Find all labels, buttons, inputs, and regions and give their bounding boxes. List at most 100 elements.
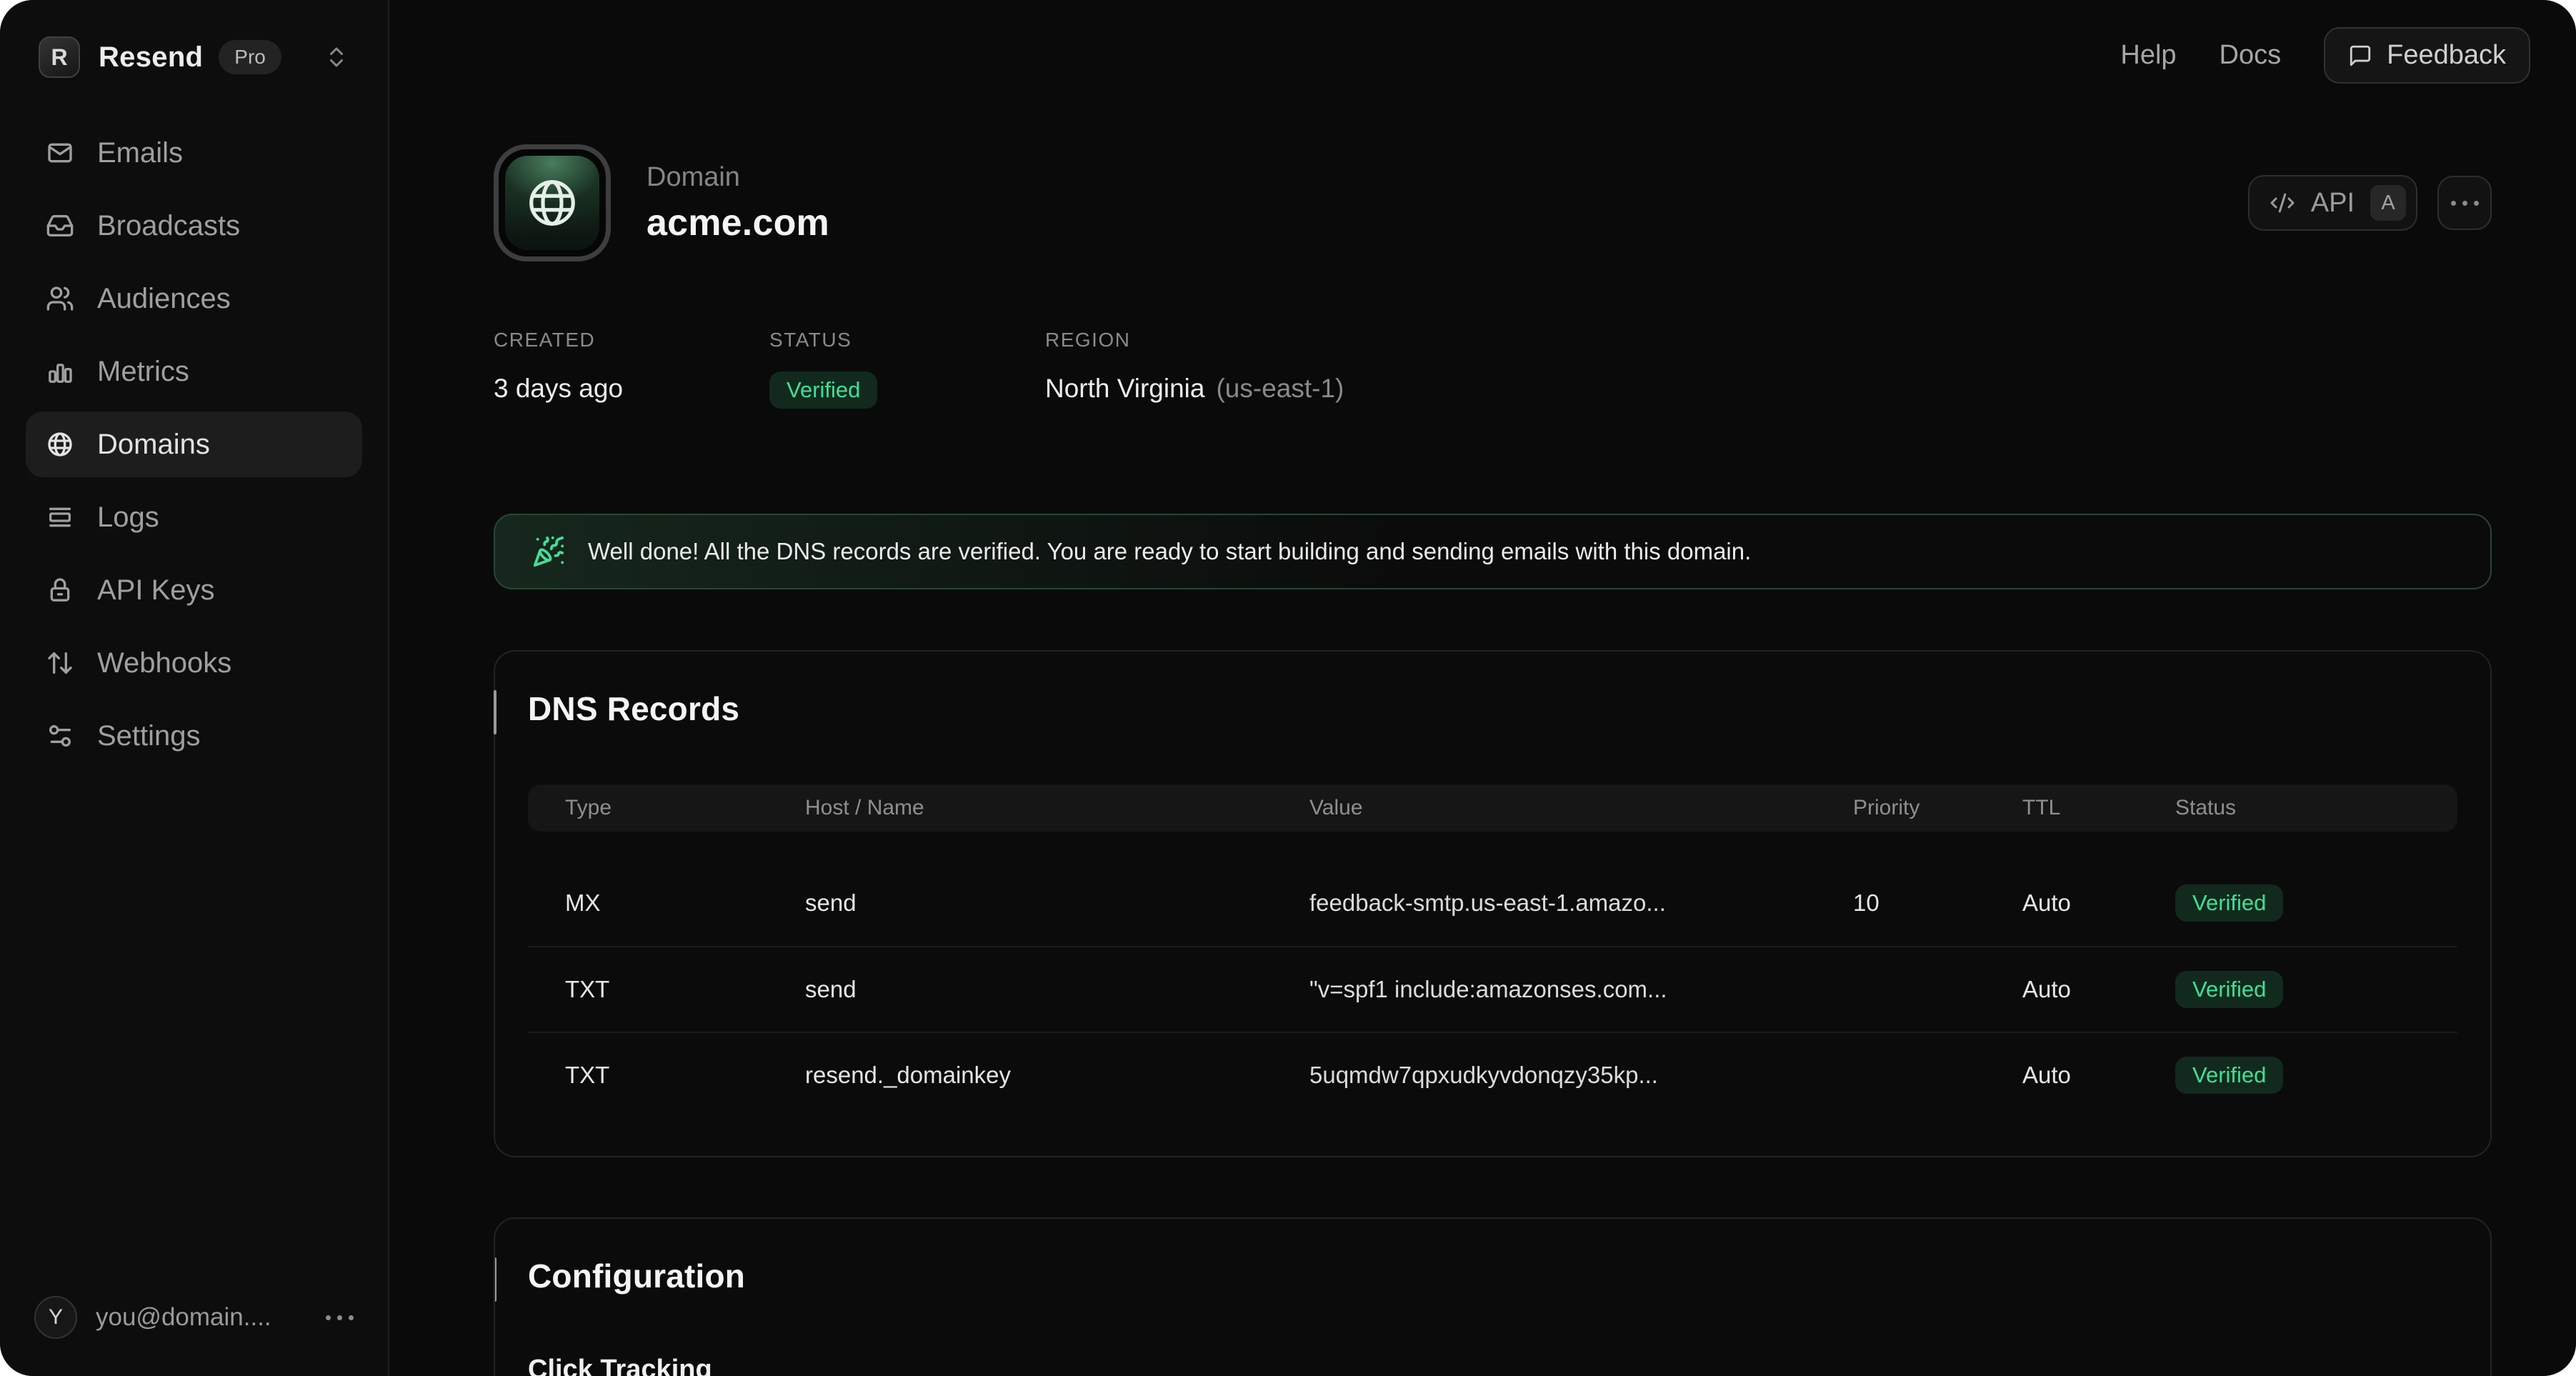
created-label: CREATED — [494, 329, 769, 352]
sliders-icon — [46, 722, 74, 750]
dns-row[interactable]: TXT send "v=spf1 include:amazonses.com..… — [528, 946, 2457, 1032]
meta-status: STATUS Verified — [769, 329, 1045, 409]
cell-value: "v=spf1 include:amazonses.com... — [1309, 976, 1853, 1003]
sidebar-item-emails[interactable]: Emails — [26, 120, 362, 186]
entity-label: Domain — [647, 162, 829, 193]
sidebar-item-label: API Keys — [97, 574, 215, 607]
api-button[interactable]: API A — [2248, 175, 2417, 231]
arrows-up-down-icon — [46, 649, 74, 677]
cell-type: TXT — [565, 976, 805, 1003]
section-marker — [494, 690, 496, 734]
sidebar-item-settings[interactable]: Settings — [26, 703, 362, 769]
feedback-label: Feedback — [2387, 40, 2506, 71]
bar-chart-icon — [46, 357, 74, 386]
sidebar: R Resend Pro Emails Broadcasts Audiences — [0, 0, 389, 1376]
domain-tile — [494, 144, 611, 261]
cell-ttl: Auto — [2022, 976, 2175, 1003]
inbox-icon — [46, 211, 74, 240]
col-host-name: Host / Name — [805, 796, 1309, 820]
success-banner: Well done! All the DNS records are verif… — [494, 514, 2492, 589]
api-button-label: API — [2311, 188, 2355, 219]
sidebar-item-label: Broadcasts — [97, 210, 240, 242]
ellipsis-icon[interactable] — [326, 1315, 354, 1320]
sidebar-item-api-keys[interactable]: API Keys — [26, 557, 362, 623]
app-window: R Resend Pro Emails Broadcasts Audiences — [0, 0, 2576, 1376]
users-icon — [46, 284, 74, 313]
region-label: REGION — [1045, 329, 1344, 352]
topbar: Help Docs Feedback — [2120, 27, 2530, 84]
sidebar-item-broadcasts[interactable]: Broadcasts — [26, 193, 362, 259]
created-value: 3 days ago — [494, 372, 769, 406]
chevrons-up-down-icon[interactable] — [324, 44, 349, 70]
resend-logo-letter: R — [51, 44, 67, 71]
configuration-title: Configuration — [528, 1256, 2457, 1296]
sidebar-item-label: Audiences — [97, 283, 231, 315]
status-badge: Verified — [2175, 1057, 2283, 1094]
meta-row: CREATED 3 days ago STATUS Verified REGIO… — [494, 329, 2492, 409]
status-badge: Verified — [2175, 971, 2283, 1008]
sidebar-item-webhooks[interactable]: Webhooks — [26, 630, 362, 696]
sidebar-nav: Emails Broadcasts Audiences Metrics Doma… — [26, 120, 362, 776]
dns-records-title: DNS Records — [528, 689, 2457, 729]
plan-badge: Pro — [219, 40, 281, 74]
user-email: you@domain.... — [96, 1303, 271, 1332]
sidebar-item-metrics[interactable]: Metrics — [26, 339, 362, 404]
party-popper-icon — [532, 535, 565, 568]
sidebar-item-label: Emails — [97, 137, 183, 169]
meta-created: CREATED 3 days ago — [494, 329, 769, 409]
code-icon — [2270, 190, 2295, 216]
dns-row[interactable]: MX send feedback-smtp.us-east-1.amazo...… — [528, 860, 2457, 946]
sidebar-item-domains[interactable]: Domains — [26, 412, 362, 477]
cell-type: MX — [565, 889, 805, 917]
cell-host: resend._domainkey — [805, 1062, 1309, 1089]
cell-priority: 10 — [1853, 889, 2022, 917]
message-square-icon — [2348, 44, 2372, 68]
status-label: STATUS — [769, 329, 1045, 352]
sidebar-item-logs[interactable]: Logs — [26, 484, 362, 550]
user-menu[interactable]: Y you@domain.... — [26, 1296, 362, 1339]
globe-icon — [46, 430, 74, 459]
dns-records-card: DNS Records Type Host / Name Value Prior… — [494, 650, 2492, 1157]
meta-region: REGION North Virginia (us-east-1) — [1045, 329, 1344, 409]
globe-icon — [524, 175, 580, 231]
sidebar-item-label: Logs — [97, 502, 159, 534]
click-tracking-label: Click Tracking — [528, 1355, 2457, 1376]
dns-row[interactable]: TXT resend._domainkey 5uqmdw7qpxudkyvdon… — [528, 1032, 2457, 1117]
sidebar-item-audiences[interactable]: Audiences — [26, 266, 362, 331]
cell-host: send — [805, 889, 1309, 917]
sidebar-item-label: Metrics — [97, 356, 189, 388]
cell-ttl: Auto — [2022, 1062, 2175, 1089]
keyboard-shortcut-badge: A — [2370, 185, 2406, 221]
sidebar-item-label: Settings — [97, 720, 201, 752]
dns-table-header: Type Host / Name Value Priority TTL Stat… — [528, 784, 2457, 832]
cell-value: 5uqmdw7qpxudkyvdonqzy35kp... — [1309, 1062, 1853, 1089]
col-priority: Priority — [1853, 796, 2022, 820]
header-actions: API A — [2248, 175, 2492, 231]
resend-logo: R — [39, 36, 80, 78]
dns-table-body: MX send feedback-smtp.us-east-1.amazo...… — [528, 860, 2457, 1117]
ellipsis-icon — [2451, 201, 2479, 206]
mail-icon — [46, 139, 74, 167]
cell-type: TXT — [565, 1062, 805, 1089]
more-button[interactable] — [2437, 176, 2492, 230]
help-link[interactable]: Help — [2120, 40, 2176, 71]
banner-text: Well done! All the DNS records are verif… — [588, 538, 1751, 565]
cell-value: feedback-smtp.us-east-1.amazo... — [1309, 889, 1853, 917]
sidebar-item-label: Webhooks — [97, 647, 231, 679]
feedback-button[interactable]: Feedback — [2324, 27, 2530, 84]
workspace-name: Resend — [99, 41, 203, 74]
page-header: Domain acme.com API A — [494, 144, 2492, 261]
docs-link[interactable]: Docs — [2220, 40, 2282, 71]
status-badge: Verified — [2175, 884, 2283, 922]
col-ttl: TTL — [2022, 796, 2175, 820]
cell-ttl: Auto — [2022, 889, 2175, 917]
region-value: North Virginia — [1045, 374, 1204, 404]
avatar: Y — [34, 1296, 77, 1339]
configuration-card: Configuration Click Tracking — [494, 1217, 2492, 1376]
lock-icon — [46, 576, 74, 604]
region-code: (us-east-1) — [1216, 374, 1344, 404]
rows-icon — [46, 503, 74, 532]
main-area: Help Docs Feedback Domain a — [389, 0, 2576, 1376]
sidebar-item-label: Domains — [97, 429, 210, 461]
workspace-switcher[interactable]: R Resend Pro — [26, 27, 362, 87]
